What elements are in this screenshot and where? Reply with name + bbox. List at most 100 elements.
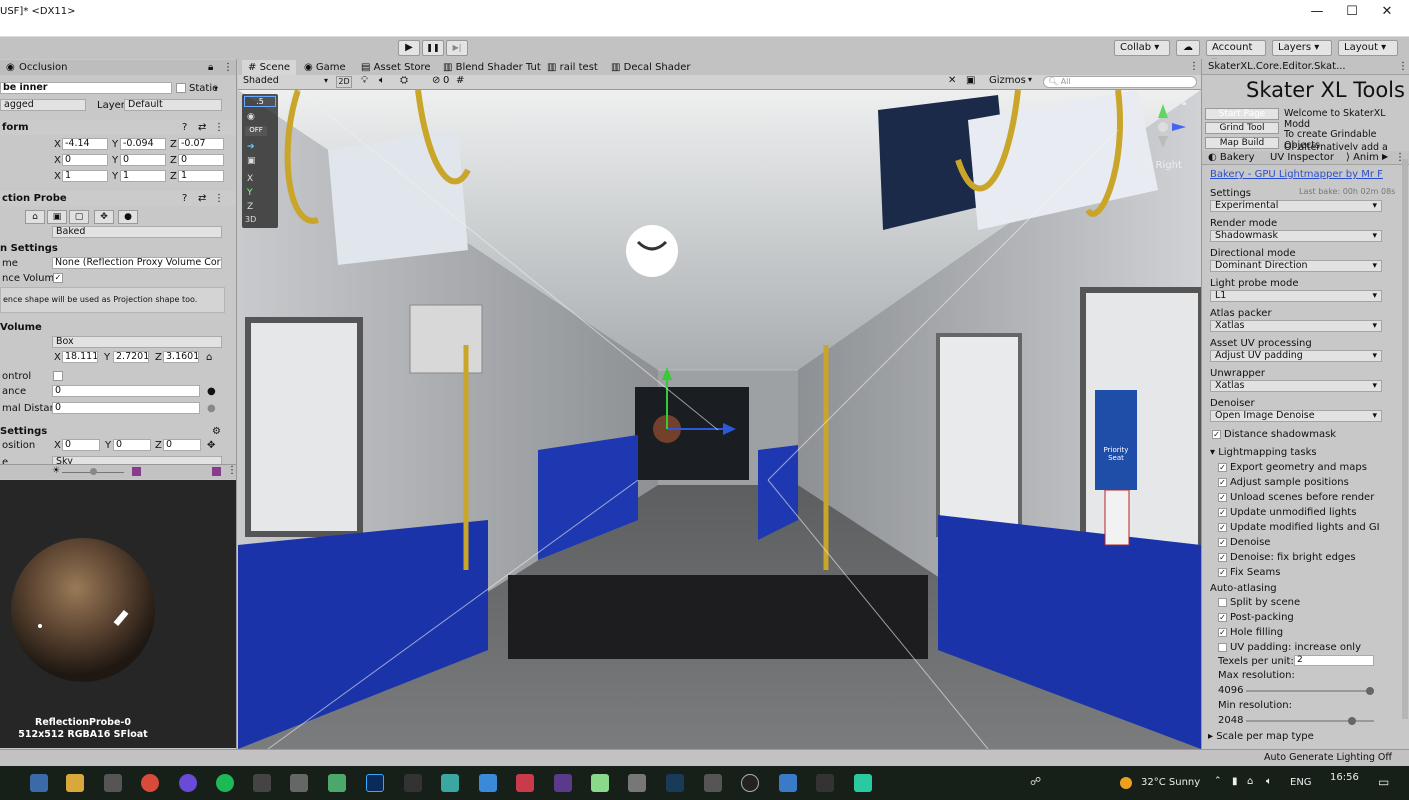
lightmapping-tasks-foldout[interactable]: ▾ Lightmapping tasks <box>1210 447 1317 459</box>
chevron-down-icon[interactable]: ▾ <box>324 76 328 85</box>
tab-rail-test[interactable]: ▥ rail test <box>541 60 604 75</box>
slider-handle[interactable] <box>1348 717 1356 725</box>
menu-icon[interactable]: ⋮ <box>1189 61 1199 72</box>
spotify-icon[interactable] <box>216 774 234 792</box>
search-input[interactable]: 🔍︎ All <box>1043 76 1197 88</box>
x-axis-icon[interactable]: X <box>247 174 253 184</box>
auto-generate-lighting-status[interactable]: Auto Generate Lighting Off <box>1264 752 1392 763</box>
static-checkbox[interactable] <box>176 83 186 93</box>
menu-icon[interactable]: ⋮ <box>223 60 233 75</box>
record-icon[interactable]: ● <box>207 401 216 416</box>
slider-handle[interactable] <box>90 468 97 475</box>
help-icon[interactable]: ? <box>182 191 187 206</box>
off-toggle[interactable]: OFF <box>245 126 267 136</box>
view-eye-icon[interactable]: ◉ <box>247 112 255 122</box>
settings-icon[interactable]: ⚙ <box>212 424 221 439</box>
tab-scene[interactable]: # Scene <box>242 60 297 75</box>
directional-mode-dropdown[interactable]: Dominant Direction <box>1210 260 1382 272</box>
pause-button[interactable]: ❚❚ <box>422 40 444 56</box>
grid-icon[interactable]: # <box>456 75 464 86</box>
tray-chevron-icon[interactable]: ⌃ <box>1214 776 1222 786</box>
clock[interactable]: 16:56 <box>1330 772 1359 783</box>
scrollbar[interactable] <box>1402 159 1408 719</box>
y-axis-icon[interactable]: Y <box>247 188 253 198</box>
preset-icon[interactable]: ⇄ <box>198 120 206 135</box>
scale-y-field[interactable]: 1 <box>120 170 166 182</box>
discord-icon[interactable] <box>179 774 197 792</box>
denoiser-dropdown[interactable]: Open Image Denoise <box>1210 410 1382 422</box>
start-page-button[interactable]: Start Page <box>1205 108 1279 120</box>
distance-field[interactable]: 0 <box>52 385 200 397</box>
size-y-field[interactable]: 2.72015 <box>113 351 149 363</box>
close-button[interactable]: ✕ <box>1372 4 1402 20</box>
steam-icon[interactable] <box>666 774 684 792</box>
menu-icon[interactable]: ⋮ <box>214 191 224 206</box>
render-mode-dropdown[interactable]: Shadowmask <box>1210 230 1382 242</box>
tools-tab-title[interactable]: SkaterXL.Core.Editor.Skat... <box>1208 61 1346 72</box>
record-icon[interactable]: ● <box>207 384 216 399</box>
position-z-field[interactable]: -0.07 <box>178 138 224 150</box>
chevron-right-icon[interactable]: ▶ <box>1382 152 1388 161</box>
app-icon[interactable] <box>104 774 122 792</box>
position-y-field[interactable]: -0.094 <box>120 138 166 150</box>
hidden-objects-icon[interactable]: ⊘ <box>432 75 440 86</box>
weather-text[interactable]: 32°C Sunny <box>1141 777 1200 788</box>
account-dropdown[interactable]: Account ▾ <box>1206 40 1266 67</box>
notification-icon[interactable]: ▭ <box>1378 775 1389 789</box>
help-icon[interactable]: ? <box>182 120 187 135</box>
scene-viewport[interactable]: Priority Seat .5 ◉ OFF ➔ ▣ X Y Z 3D < Ri… <box>238 90 1201 749</box>
hole-filling-checkbox[interactable]: ✓ <box>1218 628 1227 637</box>
min-resolution-slider[interactable] <box>1246 717 1374 725</box>
app-icon[interactable] <box>441 774 459 792</box>
move-icon[interactable]: ✥ <box>207 438 215 453</box>
rotation-x-field[interactable]: 0 <box>62 154 108 166</box>
sphere-icon[interactable]: ● <box>118 210 138 224</box>
task-checkbox[interactable]: ✓ <box>1218 523 1227 532</box>
bakery-link[interactable]: Bakery - GPU Lightmapper by Mr F <box>1210 169 1383 181</box>
app-icon[interactable] <box>704 774 722 792</box>
tab-decal-shader[interactable]: ▥ Decal Shader <box>605 60 697 75</box>
asset-uv-dropdown[interactable]: Adjust UV padding <box>1210 350 1382 362</box>
shape-dropdown[interactable]: Box <box>52 336 222 348</box>
unity-icon[interactable] <box>404 774 422 792</box>
reflection-probe-header[interactable]: ction Probe ? ⇄ ⋮ <box>0 191 236 206</box>
effects-icon[interactable]: ⛭ <box>400 75 408 86</box>
shading-dropdown[interactable]: Shaded <box>240 76 326 88</box>
offset-y-field[interactable]: 0 <box>113 439 151 451</box>
probe-type-dropdown[interactable]: Baked <box>52 226 222 238</box>
task-checkbox[interactable]: ✓ <box>1218 568 1227 577</box>
layer-dropdown[interactable]: Default <box>124 99 222 111</box>
collab-button[interactable]: Collab ▾ <box>1114 40 1170 56</box>
app-icon[interactable] <box>628 774 646 792</box>
preset-icon[interactable]: ⇄ <box>198 191 206 206</box>
transform-header[interactable]: form ? ⇄ ⋮ <box>0 120 236 135</box>
lock-icon[interactable]: 🔒︎ <box>1182 98 1186 108</box>
tab-blend-shader[interactable]: ▥ Blend Shader Tut <box>437 60 547 75</box>
app-icon[interactable] <box>554 774 572 792</box>
volume-icon[interactable]: 🔈︎ <box>1266 776 1272 787</box>
rotation-z-field[interactable]: 0 <box>178 154 224 166</box>
network-icon[interactable]: ⌂ <box>1247 776 1253 787</box>
normal-distance-field[interactable]: 0 <box>52 402 200 414</box>
control-checkbox[interactable] <box>53 371 63 381</box>
tab-game[interactable]: ◉ Game <box>298 60 352 75</box>
size-x-field[interactable]: 18.1117 <box>62 351 98 363</box>
cloud-icon[interactable]: ☁ <box>1176 40 1200 56</box>
unwrapper-dropdown[interactable]: Xatlas <box>1210 380 1382 392</box>
rotation-y-field[interactable]: 0 <box>120 154 166 166</box>
slider-handle[interactable] <box>1366 687 1374 695</box>
task-checkbox[interactable]: ✓ <box>1218 553 1227 562</box>
sky-dropdown[interactable]: Sky <box>52 456 222 464</box>
light-icon[interactable]: 💡︎ <box>361 75 368 86</box>
proxy-volume-field[interactable]: None (Reflection Proxy Volume Cor ⊙ <box>52 257 222 269</box>
settings-dropdown[interactable]: Experimental <box>1210 200 1382 212</box>
minimize-button[interactable]: — <box>1302 4 1332 20</box>
gizmos-dropdown[interactable]: Gizmos <box>989 75 1026 86</box>
task-checkbox[interactable]: ✓ <box>1218 478 1227 487</box>
z-axis-icon[interactable]: Z <box>247 202 253 212</box>
3d-icon[interactable]: 3D <box>245 215 256 224</box>
mail-icon[interactable] <box>30 774 48 792</box>
tag-dropdown[interactable]: agged <box>0 99 86 111</box>
menu-icon[interactable]: ⋮ <box>227 465 236 476</box>
tab-bakery[interactable]: ◐ Bakery <box>1208 152 1255 163</box>
